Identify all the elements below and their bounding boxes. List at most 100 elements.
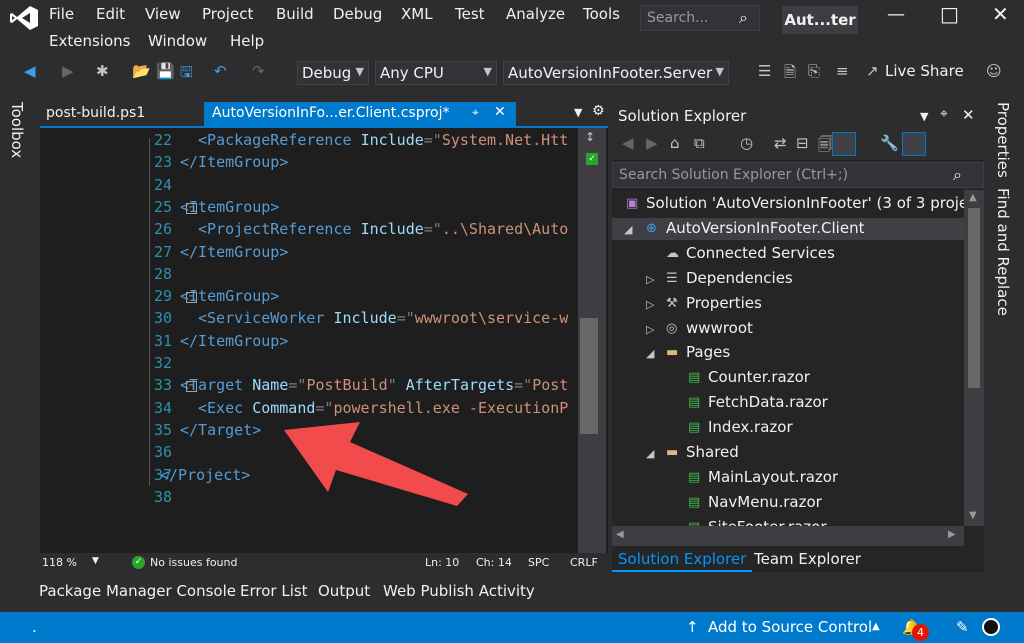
tree-item[interactable]: Dependencies (686, 269, 793, 287)
avatar[interactable] (982, 618, 1000, 636)
visual-studio-logo-icon[interactable] (9, 5, 39, 31)
list-icon[interactable]: ☰ (758, 62, 771, 80)
tree-item[interactable]: Properties (686, 294, 762, 312)
scroll-down-icon[interactable]: ▼ (969, 510, 977, 521)
feedback-icon[interactable]: ☺ (986, 62, 1002, 80)
scrollbar-thumb[interactable] (580, 318, 598, 434)
expanded-arrow-icon[interactable]: ◢ (646, 447, 654, 460)
tree-item[interactable]: NavMenu.razor (708, 493, 822, 511)
editor-vertical-scrollbar[interactable]: ↕ ✓ (578, 128, 606, 553)
tab-client-csproj[interactable]: AutoVersionInFo...er.Client.csproj* ⌖ ✕ (204, 102, 516, 126)
undo-icon[interactable]: ↶ (214, 62, 227, 80)
preview-icon[interactable] (902, 132, 926, 156)
split-icon[interactable]: ↕ (585, 130, 595, 144)
tree-item[interactable]: FetchData.razor (708, 393, 828, 411)
issues-status[interactable]: No issues found (150, 556, 237, 569)
settings-gear-icon[interactable]: ⚙ (592, 103, 605, 119)
scroll-left-icon[interactable]: ◀ (616, 529, 624, 540)
scroll-up-icon[interactable]: ▲ (969, 192, 977, 203)
copy-icon[interactable]: ⎘ (808, 62, 820, 80)
home-icon[interactable]: ⌂ (670, 134, 680, 152)
pending-changes-icon[interactable]: ◷ (740, 134, 753, 152)
startup-project-dropdown[interactable]: AutoVersionInFooter.Server ▼ (503, 61, 729, 85)
menu-project[interactable]: Project (202, 5, 253, 23)
menu-file[interactable]: File (49, 5, 74, 23)
add-to-source-control[interactable]: Add to Source Control (708, 618, 872, 636)
menu-extensions[interactable]: Extensions (49, 32, 130, 50)
solution-search-input[interactable]: Search Solution Explorer (Ctrl+;) ⌕ (612, 162, 984, 188)
back-icon[interactable]: ◀ (622, 134, 634, 152)
switch-views-icon[interactable]: ⧉ (694, 134, 705, 152)
forward-icon[interactable]: ▶ (62, 62, 74, 80)
menu-window[interactable]: Window (148, 32, 207, 50)
expanded-arrow-icon[interactable]: ◢ (624, 223, 632, 236)
toolbox-tab[interactable]: Toolbox (8, 102, 26, 158)
redo-icon[interactable]: ↷ (252, 62, 265, 80)
collapsed-arrow-icon[interactable]: ▷ (646, 323, 654, 336)
tree-item[interactable]: Solution 'AutoVersionInFooter' (3 of 3 p… (646, 194, 964, 212)
back-icon[interactable]: ◀ (24, 62, 36, 80)
live-share-icon[interactable]: ↗ (866, 62, 879, 80)
pin-icon[interactable]: ⌖ (472, 105, 479, 120)
close-icon[interactable]: ✕ (962, 106, 975, 124)
tree-item[interactable]: MainLayout.razor (708, 468, 838, 486)
tab-list-dropdown-icon[interactable]: ▼ (574, 106, 582, 119)
pin-icon[interactable]: ⌖ (940, 106, 948, 122)
properties-tab[interactable]: Properties (994, 102, 1012, 178)
new-item-icon[interactable]: ✱ (96, 62, 109, 80)
menu-xml[interactable]: XML (401, 5, 433, 23)
menu-debug[interactable]: Debug (333, 5, 382, 23)
menu-tools[interactable]: Tools (583, 5, 620, 23)
tree-item[interactable]: Pages (686, 343, 730, 361)
tree-item[interactable]: wwwroot (686, 319, 753, 337)
feedback-icon[interactable]: ✎ (956, 618, 969, 636)
save-all-icon[interactable]: 🖫 (180, 62, 193, 87)
document-icon[interactable]: 🗎 (784, 62, 796, 87)
forward-icon[interactable]: ▶ (646, 134, 658, 152)
tab-team-explorer[interactable]: Team Explorer (754, 550, 861, 568)
save-icon[interactable]: 💾 (156, 62, 175, 80)
platform-dropdown[interactable]: Any CPU ▼ (375, 61, 497, 85)
live-share-button[interactable]: Live Share (885, 62, 964, 80)
maximize-icon[interactable]: □ (940, 2, 959, 26)
collapsed-arrow-icon[interactable]: ▷ (646, 273, 654, 286)
comment-icon[interactable]: ≡ (836, 62, 849, 80)
expanded-arrow-icon[interactable]: ◢ (646, 347, 654, 360)
tab-solution-explorer[interactable]: Solution Explorer (612, 548, 753, 572)
menu-help[interactable]: Help (230, 32, 264, 50)
solution-explorer-scrollbar[interactable]: ▲ ▼ (964, 190, 984, 526)
tab-package-manager-console[interactable]: Package Manager Console (39, 582, 236, 600)
tab-web-publish-activity[interactable]: Web Publish Activity (383, 582, 535, 600)
collapse-all-icon[interactable]: ⊟ (796, 134, 809, 152)
tab-output[interactable]: Output (318, 582, 370, 600)
tab-post-build-ps1[interactable]: post-build.ps1 (40, 102, 200, 126)
collapsed-arrow-icon[interactable]: ▷ (646, 298, 654, 311)
menu-analyze[interactable]: Analyze (506, 5, 565, 23)
sync-icon[interactable]: ⇄ (774, 134, 787, 152)
tree-item[interactable]: Counter.razor (708, 368, 810, 386)
scroll-right-icon[interactable]: ▶ (948, 529, 956, 540)
close-icon[interactable]: ✕ (992, 2, 1009, 26)
menu-build[interactable]: Build (276, 5, 314, 23)
menu-edit[interactable]: Edit (96, 5, 125, 23)
tab-error-list[interactable]: Error List (240, 582, 308, 600)
solution-explorer-hscrollbar[interactable]: ◀ ▶ (612, 526, 964, 546)
show-all-files-icon[interactable]: 🗐 (818, 134, 833, 159)
zoom-level[interactable]: 118 % (42, 556, 77, 569)
tree-item[interactable]: Shared (686, 443, 739, 461)
search-box[interactable]: Search... ⌕ (640, 5, 760, 31)
tree-item[interactable]: AutoVersionInFooter.Client (666, 219, 864, 237)
minimize-icon[interactable]: — (887, 4, 905, 25)
panel-menu-icon[interactable]: ▼ (920, 110, 928, 123)
open-folder-icon[interactable]: 📂 (132, 62, 151, 80)
tree-item[interactable]: SiteFooter.razor (708, 518, 827, 526)
solution-filter-icon[interactable] (832, 132, 856, 156)
scrollbar-thumb[interactable] (968, 208, 980, 388)
close-tab-icon[interactable]: ✕ (494, 104, 506, 120)
find-replace-tab[interactable]: Find and Replace (994, 188, 1012, 316)
configuration-dropdown[interactable]: Debug ▼ (297, 61, 369, 85)
menu-view[interactable]: View (145, 5, 181, 23)
wrench-icon[interactable]: 🔧 (880, 134, 899, 152)
tree-item[interactable]: Index.razor (708, 418, 793, 436)
tree-item[interactable]: Connected Services (686, 244, 835, 262)
